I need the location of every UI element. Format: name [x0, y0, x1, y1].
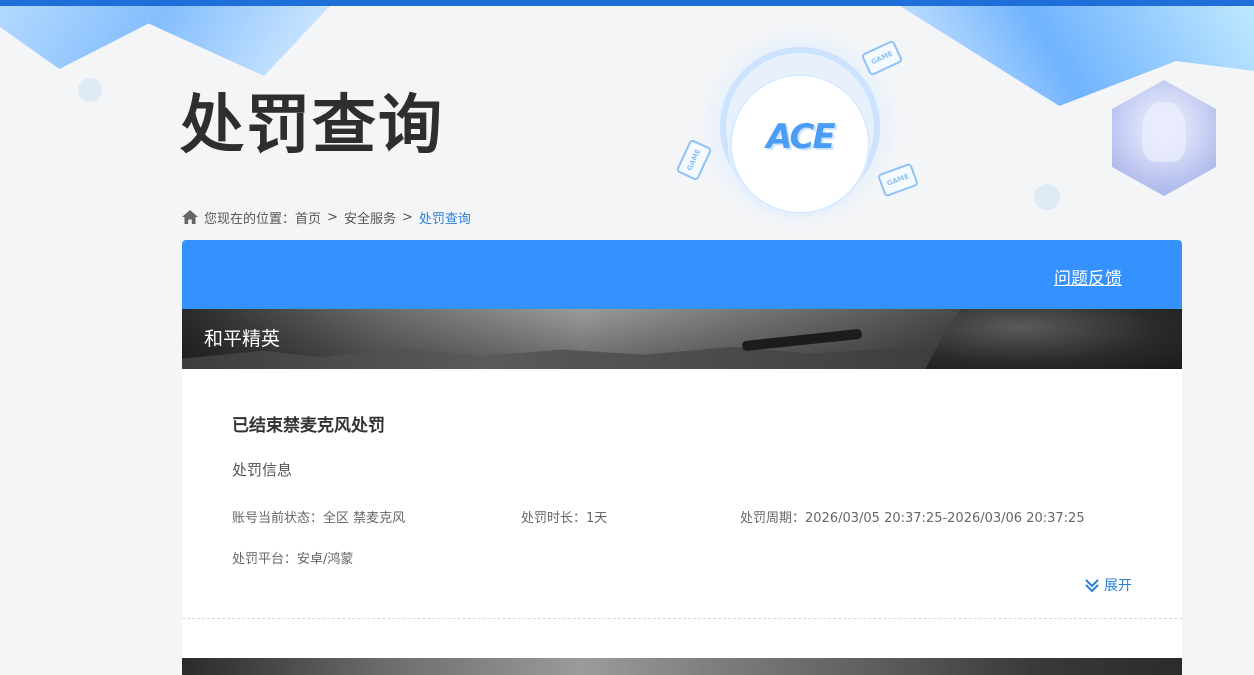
penalty-platform-value: 安卓/鸿蒙 — [297, 552, 354, 567]
penalty-record: 已结束禁麦克风处罚 处罚信息 账号当前状态：全区 禁麦克风 处罚时长：1天 处罚… — [182, 369, 1182, 619]
home-icon — [182, 210, 198, 224]
decorative-triangles-left — [0, 6, 330, 76]
breadcrumb-current: 处罚查询 — [418, 211, 471, 227]
breadcrumb-separator: > — [401, 209, 413, 225]
penalty-period-label: 处罚周期： — [740, 511, 806, 526]
feedback-link[interactable]: 问题反馈 — [1054, 264, 1122, 289]
decorative-dot — [78, 78, 102, 102]
banner-character — [925, 309, 1182, 369]
game-name: 和平精英 — [204, 328, 281, 350]
expand-label: 展开 — [1104, 578, 1132, 594]
account-status: 账号当前状态：全区 禁麦克风 — [232, 507, 405, 526]
penalty-duration-value: 1天 — [586, 511, 608, 526]
ace-logo: ACE — [766, 117, 835, 157]
character-portrait-hexagon — [1112, 80, 1216, 196]
breadcrumb-prefix: 您现在的位置： — [204, 211, 296, 227]
ace-emblem: ACE GAME GAME GAME — [675, 22, 920, 232]
penalty-period: 处罚周期：2026/03/05 20:37:25-2026/03/06 20:3… — [740, 507, 1085, 526]
decorative-triangles-right — [900, 6, 1254, 106]
expand-button[interactable]: 展开 — [1084, 575, 1132, 595]
game-banner-next — [182, 658, 1182, 675]
account-status-label: 账号当前状态： — [232, 511, 324, 526]
penalty-platform: 处罚平台：安卓/鸿蒙 — [232, 548, 353, 567]
penalty-period-value: 2026/03/05 20:37:25-2026/03/06 20:37:25 — [805, 511, 1085, 526]
breadcrumb-home-link[interactable]: 首页 — [295, 208, 321, 227]
record-title: 已结束禁麦克风处罚 — [232, 416, 385, 436]
penalty-platform-label: 处罚平台： — [232, 552, 298, 567]
game-banner: 和平精英 — [182, 309, 1182, 369]
breadcrumb: 您现在的位置： 首页 > 安全服务 > 处罚查询 — [182, 208, 471, 227]
penalty-panel: 问题反馈 和平精英 已结束禁麦克风处罚 处罚信息 账号当前状态：全区 禁麦克风 … — [182, 240, 1182, 675]
chevron-double-down-icon — [1084, 577, 1100, 593]
breadcrumb-separator: > — [327, 209, 338, 225]
decorative-dot — [1034, 184, 1060, 210]
account-status-value: 全区 禁麦克风 — [323, 511, 406, 526]
top-strip — [0, 0, 1254, 6]
panel-header: 问题反馈 — [182, 240, 1182, 309]
penalty-duration: 处罚时长：1天 — [521, 507, 607, 526]
page-title: 处罚查询 — [180, 89, 444, 163]
record-subheading: 处罚信息 — [232, 461, 293, 479]
banner-rifle — [741, 328, 863, 352]
breadcrumb-security-link[interactable]: 安全服务 — [344, 208, 396, 227]
penalty-duration-label: 处罚时长： — [521, 511, 587, 526]
